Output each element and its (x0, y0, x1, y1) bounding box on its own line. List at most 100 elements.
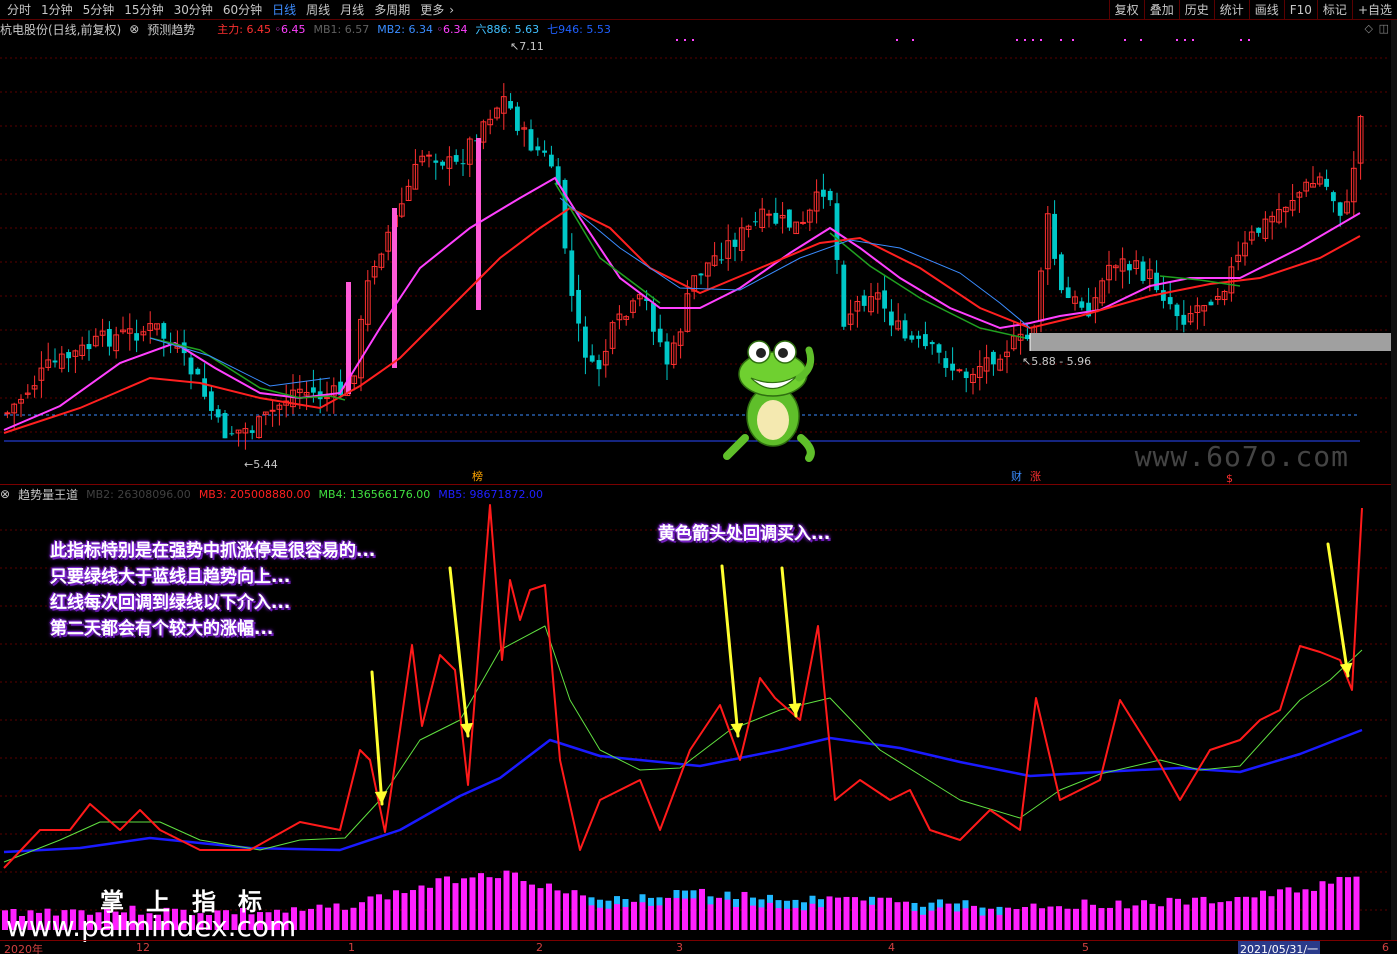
sub-indicator-icon[interactable]: ⊗ (0, 487, 10, 501)
right-tool-buttons: 复权 叠加 历史 统计 画线 F10 标记 +自选 (1108, 0, 1397, 20)
volume-bar (886, 897, 892, 930)
volume-bar (1294, 892, 1300, 930)
buy-arrow-icon-4 (780, 566, 802, 718)
axis-label-1: 1 (348, 941, 355, 954)
zhuli-label: 主力: (217, 23, 243, 36)
volume-bar (1030, 903, 1037, 930)
period-tab-10[interactable]: 更多 (415, 0, 449, 20)
volume-bar (1124, 908, 1130, 930)
volume-bar (1115, 900, 1122, 930)
volume-bar (512, 872, 518, 930)
tool-button-3[interactable]: 统计 (1213, 0, 1249, 20)
volume-bar (1243, 896, 1249, 930)
right-scrollbar[interactable] (1391, 20, 1397, 940)
volume-bar-base (767, 902, 773, 930)
candle-down (453, 155, 459, 162)
volume-bar-base (809, 903, 816, 930)
candle-down (1174, 304, 1180, 317)
mb4-green-line (3, 625, 1363, 863)
period-tab-3[interactable]: 15分钟 (119, 0, 168, 20)
signal-dot (1240, 39, 1242, 41)
period-tab-1[interactable]: 1分钟 (36, 0, 78, 20)
candle-down (916, 335, 921, 339)
period-tab-4[interactable]: 30分钟 (169, 0, 218, 20)
period-tab-5[interactable]: 60分钟 (218, 0, 267, 20)
diamond-icon[interactable]: ◇ (1365, 22, 1373, 35)
mb1-value: MB1: 6.57 (313, 22, 370, 36)
candle-down (732, 239, 738, 247)
candle-up (269, 409, 276, 412)
ma-red-line (3, 206, 1361, 434)
candle-down (1331, 192, 1336, 202)
signal-dot (1248, 39, 1250, 41)
candle-down (1167, 297, 1173, 305)
candle-down (1161, 290, 1166, 301)
volume-bar (359, 902, 365, 930)
volume-bar (520, 881, 527, 930)
candle-down (909, 335, 915, 340)
tool-button-1[interactable]: 叠加 (1143, 0, 1179, 20)
candle-down (1127, 264, 1132, 271)
volume-bar (410, 890, 416, 930)
candle-down (515, 106, 520, 131)
volume-bar-base (750, 905, 756, 930)
indicator-name[interactable]: 预测趋势 (147, 21, 195, 38)
frog-pupil-left (756, 348, 766, 358)
period-tab-8[interactable]: 月线 (335, 0, 369, 20)
candle-down (311, 387, 316, 393)
volume-bar (1132, 905, 1139, 930)
tool-button-0[interactable]: 复权 (1108, 0, 1144, 20)
volume-bar (554, 890, 561, 930)
watermark-url-2: www.6o7o.com (1134, 440, 1349, 473)
candle-down (229, 433, 235, 435)
volume-bar-base (614, 904, 620, 930)
volume-bar (894, 902, 901, 930)
volume-bar (435, 878, 442, 930)
volume-bar (546, 883, 552, 930)
volume-bar (852, 897, 858, 930)
signal-dot (1032, 39, 1034, 41)
candle-down (1059, 254, 1064, 291)
tool-button-2[interactable]: 历史 (1178, 0, 1214, 20)
panel-divider (0, 484, 1397, 485)
volume-bar-base (597, 907, 603, 930)
volume-bar-base (911, 910, 918, 930)
annotation-left: 此指标特别是在强势中抓涨停是很容易的... 只要绿线大于蓝线且趋势向上... 红… (50, 538, 375, 642)
volume-bar (376, 894, 382, 930)
candle-down (950, 363, 955, 371)
volume-bar-base (928, 910, 935, 930)
period-tab-2[interactable]: 5分钟 (78, 0, 120, 20)
candle-down (753, 221, 758, 223)
period-tab-0[interactable]: 分时 (2, 0, 36, 20)
tool-button-6[interactable]: 标记 (1316, 0, 1352, 20)
axis-label-2020: 2020年 (4, 943, 43, 954)
candle-down (651, 303, 656, 332)
period-tab-6[interactable]: 日线 (267, 0, 301, 20)
candle-down (929, 342, 935, 345)
volume-bar (537, 888, 544, 930)
volume-bar (401, 893, 408, 930)
annotation-line-4: 第二天都会有个较大的涨幅... (50, 619, 274, 639)
period-tab-7[interactable]: 周线 (301, 0, 335, 20)
tool-button-4[interactable]: 画线 (1248, 0, 1284, 20)
volume-bar (1285, 887, 1292, 930)
volume-bar-base (920, 914, 926, 930)
tool-button-7[interactable]: +自选 (1351, 0, 1397, 20)
candle-down (1025, 334, 1030, 340)
low-price-label: ←5.44 (244, 458, 278, 471)
candle-down (249, 430, 255, 433)
candle-down (86, 344, 92, 350)
expand-icon[interactable]: ◫ (1379, 22, 1389, 35)
tool-button-5[interactable]: F10 (1283, 0, 1317, 20)
candle-down (549, 154, 554, 167)
more-chevron-icon[interactable]: › (449, 0, 454, 20)
volume-bar (1107, 907, 1113, 930)
volume-bar-base (733, 907, 739, 930)
period-tab-9[interactable]: 多周期 (369, 0, 415, 20)
candlestick-chart[interactable]: ↖7.11 ←5.44 ↖5.88 - 5.96 榜 财涨 $ (0, 38, 1397, 484)
candle-down (576, 289, 581, 324)
volume-bar-base (784, 908, 790, 930)
indicator-dropdown-icon[interactable]: ⊗ (129, 22, 139, 36)
signal-dot (1040, 39, 1042, 41)
candle-down (1337, 202, 1343, 216)
